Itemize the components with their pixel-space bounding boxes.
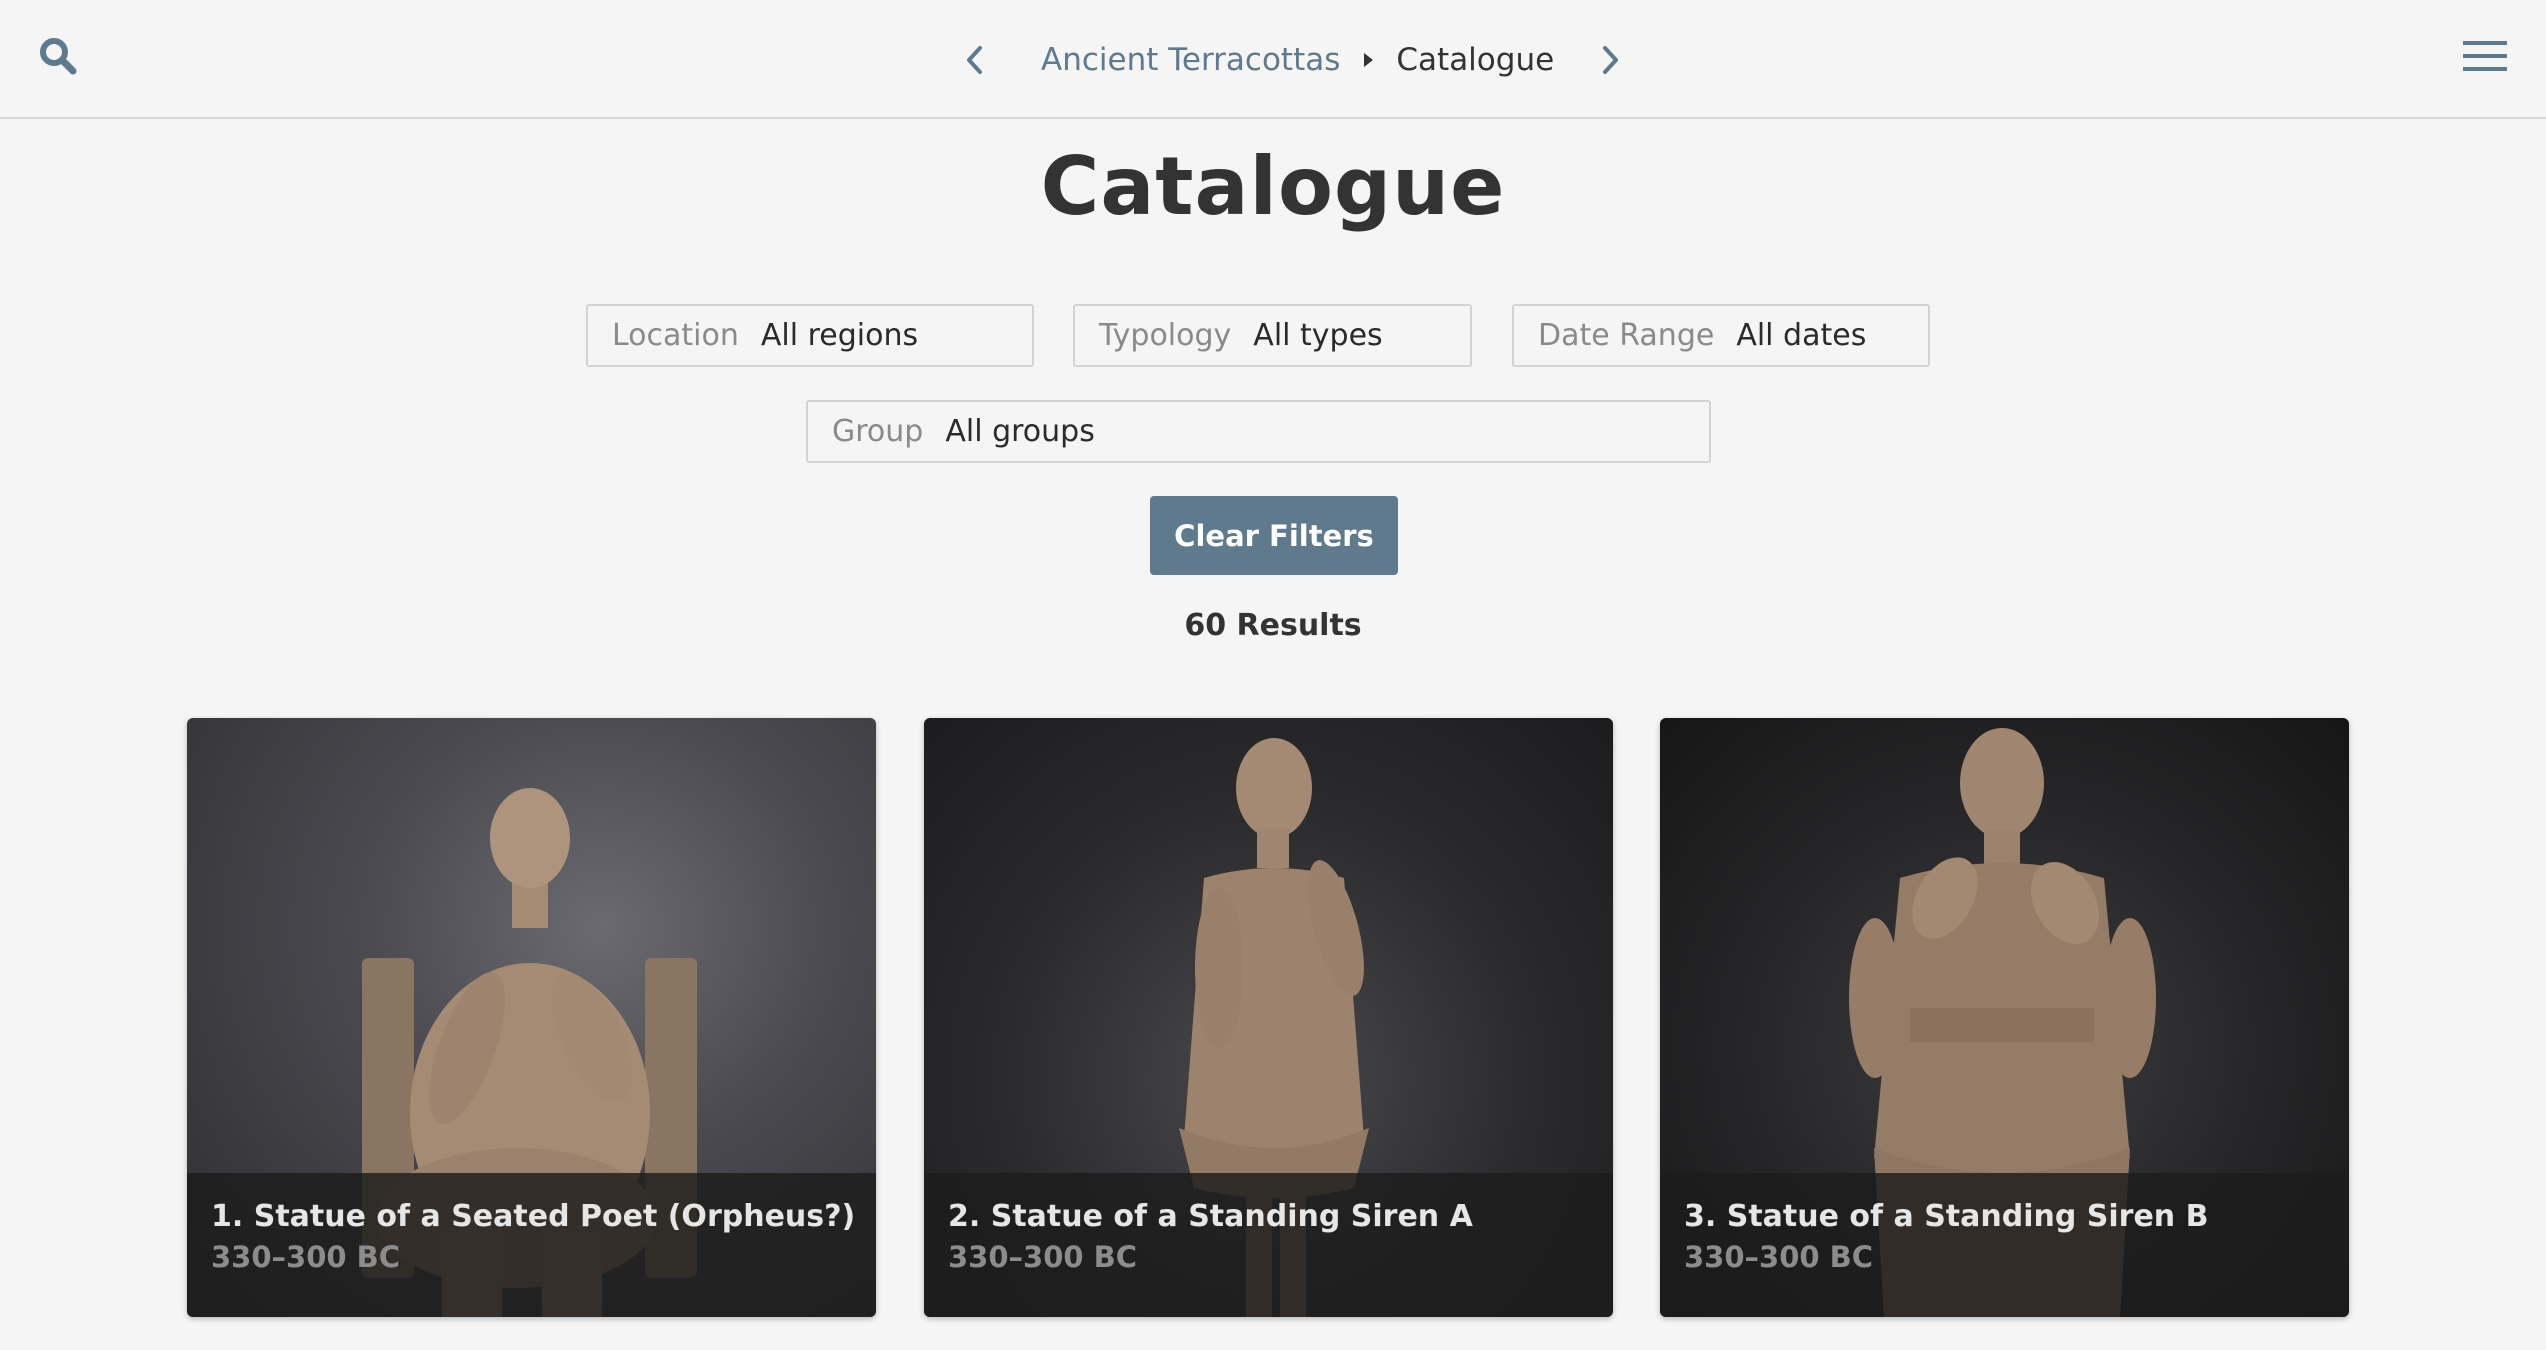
- page-title: Catalogue: [1040, 140, 1506, 233]
- card-date: 330–300 BC: [1684, 1240, 1874, 1274]
- caret-right-icon: [1362, 50, 1374, 70]
- card-title: 3. Statue of a Standing Siren B: [1684, 1199, 2209, 1234]
- next-button[interactable]: [1590, 35, 1630, 85]
- card-caption: 2. Statue of a Standing Siren A 330–300 …: [924, 1173, 1613, 1317]
- date-range-filter-label: Date Range: [1538, 318, 1715, 353]
- group-filter-label: Group: [832, 414, 924, 449]
- location-filter[interactable]: Location All regions: [586, 304, 1034, 367]
- breadcrumb-current: Catalogue: [1396, 42, 1555, 78]
- menu-button[interactable]: [2450, 26, 2520, 86]
- card-caption: 1. Statue of a Seated Poet (Orpheus?) 33…: [187, 1173, 876, 1317]
- results-count: 60 Results: [1184, 608, 1362, 643]
- card-date: 330–300 BC: [211, 1240, 401, 1274]
- card-date: 330–300 BC: [948, 1240, 1138, 1274]
- typology-filter-label: Typology: [1099, 318, 1232, 353]
- group-filter-value: All groups: [945, 414, 1095, 449]
- typology-filter-value: All types: [1253, 318, 1383, 353]
- date-range-filter-value: All dates: [1736, 318, 1867, 353]
- clear-filters-button[interactable]: Clear Filters: [1150, 496, 1398, 575]
- chevron-left-icon: [967, 46, 982, 74]
- previous-button[interactable]: [955, 35, 995, 85]
- chevron-right-icon: [1603, 46, 1619, 74]
- breadcrumb: Ancient Terracottas Catalogue: [955, 30, 1630, 90]
- group-filter[interactable]: Group All groups: [806, 400, 1711, 463]
- hamburger-menu-icon: [2463, 41, 2507, 71]
- location-filter-label: Location: [612, 318, 739, 353]
- search-icon: [40, 38, 77, 75]
- typology-filter[interactable]: Typology All types: [1073, 304, 1472, 367]
- card-title: 1. Statue of a Seated Poet (Orpheus?): [211, 1199, 856, 1234]
- card-title: 2. Statue of a Standing Siren A: [948, 1199, 1473, 1234]
- date-range-filter[interactable]: Date Range All dates: [1512, 304, 1930, 367]
- catalogue-card-1[interactable]: 1. Statue of a Seated Poet (Orpheus?) 33…: [187, 718, 876, 1317]
- top-navigation-bar: Ancient Terracottas Catalogue: [0, 0, 2546, 119]
- breadcrumb-parent-link[interactable]: Ancient Terracottas: [1041, 42, 1340, 78]
- search-button[interactable]: [30, 26, 86, 86]
- catalogue-card-2[interactable]: 2. Statue of a Standing Siren A 330–300 …: [924, 718, 1613, 1317]
- catalogue-card-3[interactable]: 3. Statue of a Standing Siren B 330–300 …: [1660, 718, 2349, 1317]
- card-caption: 3. Statue of a Standing Siren B 330–300 …: [1660, 1173, 2349, 1317]
- location-filter-value: All regions: [760, 318, 919, 353]
